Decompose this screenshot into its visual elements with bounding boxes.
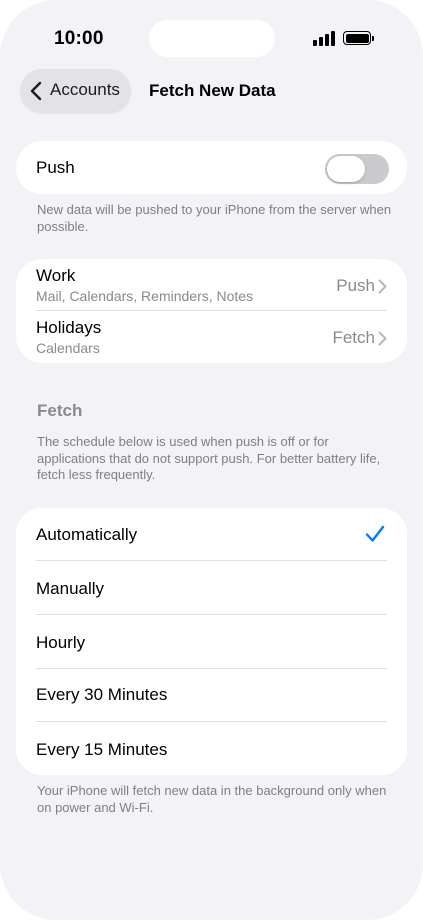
chevron-right-icon [378,279,387,293]
fetch-option-hourly[interactable]: Hourly [16,615,407,668]
fetch-option-every-15-minutes[interactable]: Every 15 Minutes [16,722,407,775]
account-fetch-mode: Fetch [332,328,375,347]
chevron-right-icon [378,331,387,345]
back-button[interactable]: Accounts [20,69,131,113]
push-footnote: New data will be pushed to your iPhone f… [37,202,392,234]
push-label: Push [36,158,75,177]
battery-icon [343,31,374,45]
fetch-option-label: Every 15 Minutes [36,740,168,759]
chevron-left-icon [30,81,42,101]
account-name: Holidays [36,318,102,337]
status-time: 10:00 [54,28,104,49]
cellular-signal-icon [313,30,337,46]
fetch-option-every-30-minutes[interactable]: Every 30 Minutes [16,668,407,722]
back-button-label: Accounts [50,80,120,99]
fetch-option-manually[interactable]: Manually [16,561,407,615]
account-row-holidays[interactable]: Holidays Calendars Fetch [16,311,407,363]
account-row-work[interactable]: Work Mail, Calendars, Reminders, Notes P… [16,259,407,311]
push-toggle[interactable] [325,154,389,184]
page-title: Fetch New Data [149,81,276,100]
push-row: Push [16,141,407,194]
account-detail: Calendars [36,340,100,356]
dynamic-island [149,20,275,57]
toggle-knob [327,156,365,182]
fetch-option-label: Every 30 Minutes [36,685,168,704]
account-detail: Mail, Calendars, Reminders, Notes [36,288,254,304]
account-fetch-mode: Push [336,276,375,295]
account-value: Fetch [332,328,387,348]
fetch-option-automatically[interactable]: Automatically [16,508,407,561]
account-name: Work [36,266,76,285]
accounts-group: Work Mail, Calendars, Reminders, Notes P… [16,259,407,363]
account-value: Push [336,276,387,296]
fetch-description: The schedule below is used when push is … [37,434,381,482]
push-group: Push [16,141,407,194]
fetch-options-group: Automatically Manually Hourly Every 30 M… [16,508,407,775]
checkmark-icon [365,525,385,542]
fetch-option-label: Hourly [36,633,86,652]
fetch-section-header: Fetch [37,401,83,420]
fetch-option-label: Automatically [36,525,138,544]
fetch-footnote: Your iPhone will fetch new data in the b… [37,783,387,815]
fetch-option-label: Manually [36,579,105,598]
phone-screen: 10:00 Accounts Fetch New Data Push New d… [0,0,423,920]
